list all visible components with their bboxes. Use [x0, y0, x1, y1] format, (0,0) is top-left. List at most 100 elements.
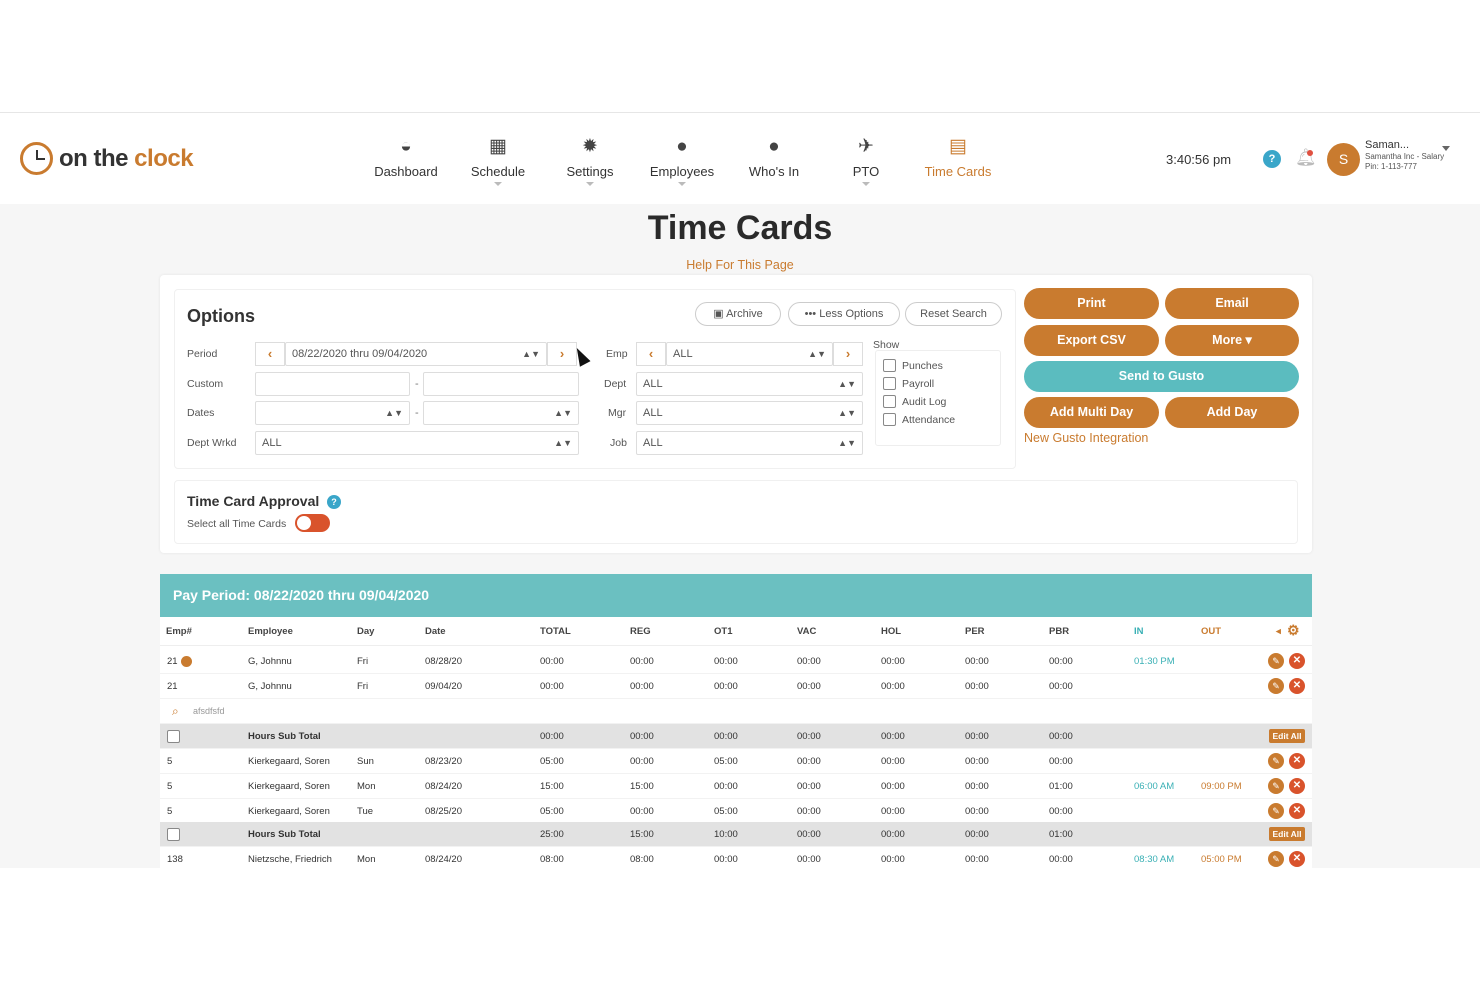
bell-icon[interactable]: 🔔︎: [1295, 148, 1317, 168]
avatar[interactable]: S: [1327, 143, 1360, 176]
nav-time-cards[interactable]: ▤ Time Cards: [912, 136, 1004, 186]
emp-next-button[interactable]: ›: [833, 342, 863, 366]
reset-search-button[interactable]: Reset Search: [905, 302, 1002, 326]
chevron-down-icon: [494, 182, 502, 186]
logo[interactable]: on the clock: [20, 142, 194, 175]
custom-end-input[interactable]: [423, 372, 579, 396]
airplane-icon: ✈: [858, 136, 874, 157]
add-day-button[interactable]: Add Day: [1165, 397, 1299, 428]
job-select[interactable]: ALL ▲▼: [636, 431, 863, 455]
col-in[interactable]: IN: [1134, 626, 1144, 637]
punches-checkbox[interactable]: [883, 359, 896, 372]
column-settings-icon[interactable]: ⚙: [1287, 622, 1300, 639]
options-card: Options ▣ Archive ••• Less Options Reset…: [160, 275, 1312, 553]
archive-button[interactable]: ▣ Archive: [695, 302, 781, 326]
delete-icon[interactable]: ✕: [1289, 778, 1305, 794]
cell-employee[interactable]: Nietzsche, Friedrich: [248, 854, 332, 865]
delete-icon[interactable]: ✕: [1289, 803, 1305, 819]
period-prev-button[interactable]: ‹: [255, 342, 285, 366]
emp-prev-button[interactable]: ‹: [636, 342, 666, 366]
col-reg[interactable]: REG: [630, 626, 651, 637]
dates-end-select[interactable]: ▲▼: [423, 401, 579, 425]
col-vac[interactable]: VAC: [797, 626, 816, 637]
edit-icon[interactable]: ✎: [1268, 653, 1284, 669]
col-ot1[interactable]: OT1: [714, 626, 732, 637]
user-menu[interactable]: Saman... Samantha Inc - Salary Pin: 1-11…: [1365, 139, 1444, 171]
help-icon[interactable]: ?: [327, 495, 341, 509]
delete-icon[interactable]: ✕: [1289, 753, 1305, 769]
col-day[interactable]: Day: [357, 626, 374, 637]
col-total[interactable]: TOTAL: [540, 626, 571, 637]
show-payroll-option[interactable]: Payroll: [883, 377, 934, 390]
nav-settings[interactable]: ✹ Settings: [544, 136, 636, 186]
col-per[interactable]: PER: [965, 626, 985, 637]
attendance-checkbox[interactable]: [883, 413, 896, 426]
delete-icon[interactable]: ✕: [1289, 851, 1305, 867]
cell-employee[interactable]: G, Johnnu: [248, 681, 292, 692]
cell-out[interactable]: 09:00 PM: [1201, 781, 1242, 792]
subtotal-checkbox[interactable]: [167, 828, 180, 841]
add-multi-day-button[interactable]: Add Multi Day: [1024, 397, 1159, 428]
audit-log-checkbox[interactable]: [883, 395, 896, 408]
col-date[interactable]: Date: [425, 626, 446, 637]
edit-icon[interactable]: ✎: [1268, 678, 1284, 694]
cell-ot1: 00:00: [714, 854, 738, 865]
col-out[interactable]: OUT: [1201, 626, 1221, 637]
chevron-down-icon: [862, 182, 870, 186]
note-icon[interactable]: [180, 656, 192, 667]
edit-icon[interactable]: ✎: [1268, 753, 1284, 769]
show-punches-option[interactable]: Punches: [883, 359, 943, 372]
export-csv-button[interactable]: Export CSV: [1024, 325, 1159, 356]
show-attendance-option[interactable]: Attendance: [883, 413, 955, 426]
show-audit-log-option[interactable]: Audit Log: [883, 395, 946, 408]
col-hol[interactable]: HOL: [881, 626, 901, 637]
cell-in[interactable]: 01:30 PM: [1134, 656, 1175, 667]
payroll-checkbox[interactable]: [883, 377, 896, 390]
cell-employee[interactable]: G, Johnnu: [248, 656, 292, 667]
edit-all-button[interactable]: Edit All: [1269, 827, 1305, 841]
dept-wrkd-select[interactable]: ALL ▲▼: [255, 431, 579, 455]
cell-in[interactable]: 06:00 AM: [1134, 781, 1174, 792]
cell-employee[interactable]: Kierkegaard, Soren: [248, 781, 330, 792]
delete-icon[interactable]: ✕: [1289, 678, 1305, 694]
emp-select[interactable]: ALL ▲▼: [666, 342, 833, 366]
dept-select[interactable]: ALL ▲▼: [636, 372, 863, 396]
print-button[interactable]: Print: [1024, 288, 1159, 319]
dates-start-select[interactable]: ▲▼: [255, 401, 410, 425]
edit-icon[interactable]: ✎: [1268, 803, 1284, 819]
nav-dashboard[interactable]: ◒ Dashboard: [360, 136, 452, 186]
collapse-arrow-icon[interactable]: ◂: [1276, 626, 1281, 637]
cell-in[interactable]: 08:30 AM: [1134, 854, 1174, 865]
help-icon[interactable]: ?: [1263, 150, 1281, 168]
less-options-button[interactable]: ••• Less Options: [788, 302, 900, 326]
cell-employee[interactable]: Kierkegaard, Soren: [248, 756, 330, 767]
cell-out[interactable]: 05:00 PM: [1201, 854, 1242, 865]
mgr-select[interactable]: ALL ▲▼: [636, 401, 863, 425]
edit-all-button[interactable]: Edit All: [1269, 729, 1305, 743]
cell-total: 05:00: [540, 806, 564, 817]
send-to-gusto-button[interactable]: Send to Gusto: [1024, 361, 1299, 392]
settings-icon: ✹: [582, 136, 598, 157]
select-all-toggle[interactable]: [295, 514, 330, 532]
nav-employees[interactable]: ● Employees: [636, 136, 728, 186]
subtotal-checkbox[interactable]: [167, 730, 180, 743]
edit-icon[interactable]: ✎: [1268, 778, 1284, 794]
help-link[interactable]: Help For This Page: [0, 258, 1480, 272]
edit-icon[interactable]: ✎: [1268, 851, 1284, 867]
period-select[interactable]: 08/22/2020 thru 09/04/2020 ▲▼: [285, 342, 547, 366]
nav-pto[interactable]: ✈ PTO: [820, 136, 912, 186]
new-gusto-integration-link[interactable]: New Gusto Integration: [1024, 431, 1148, 445]
nav-schedule[interactable]: ▦ Schedule: [452, 136, 544, 186]
custom-start-input[interactable]: [255, 372, 410, 396]
email-button[interactable]: Email: [1165, 288, 1299, 319]
col-emp[interactable]: Emp#: [166, 626, 192, 637]
chevron-down-icon[interactable]: [1442, 146, 1450, 151]
range-dash: -: [415, 407, 419, 419]
delete-icon[interactable]: ✕: [1289, 653, 1305, 669]
nav-whos-in[interactable]: ● Who's In: [728, 136, 820, 186]
more-button[interactable]: More ▾: [1165, 325, 1299, 356]
note-icon[interactable]: ⌕: [172, 704, 179, 719]
col-pbr[interactable]: PBR: [1049, 626, 1069, 637]
cell-employee[interactable]: Kierkegaard, Soren: [248, 806, 330, 817]
col-employee[interactable]: Employee: [248, 626, 293, 637]
